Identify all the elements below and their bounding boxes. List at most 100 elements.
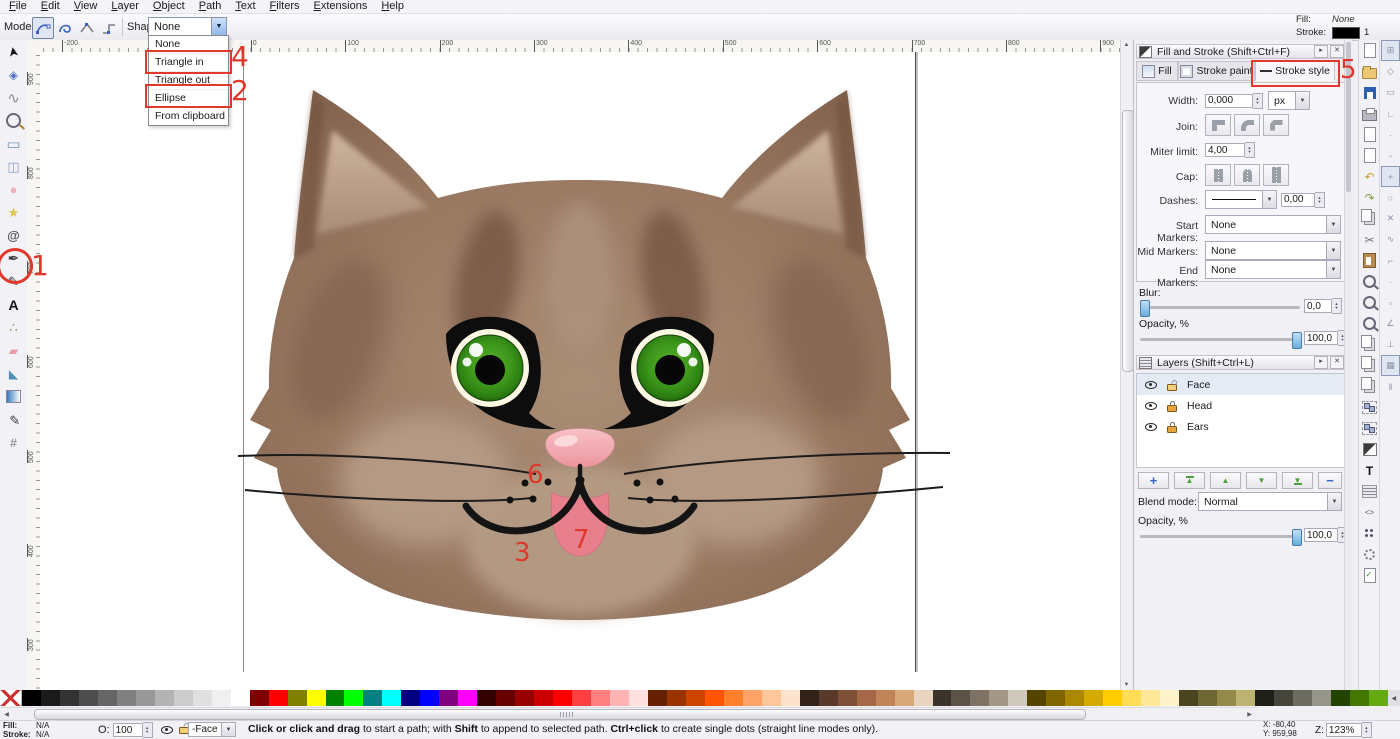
- import-button[interactable]: [1360, 124, 1379, 145]
- palette-swatch-56[interactable]: [1084, 690, 1103, 706]
- palette-swatch-64[interactable]: [1236, 690, 1255, 706]
- document-properties-button[interactable]: [1360, 565, 1379, 586]
- style-indicator[interactable]: Fill:N/A Stroke:N/A: [3, 722, 49, 739]
- dashes-dropdown-arrow-icon[interactable]: ▼: [1262, 191, 1276, 208]
- palette-swatch-62[interactable]: [1198, 690, 1217, 706]
- fs-opacity-input[interactable]: 100,0: [1304, 331, 1338, 345]
- scroll-down-icon[interactable]: ▼: [1121, 682, 1132, 688]
- cap-round-button[interactable]: [1234, 164, 1260, 186]
- mode-paraxial-button[interactable]: [98, 17, 120, 39]
- unlink-clone-button[interactable]: [1360, 376, 1379, 397]
- palette-swatch-18[interactable]: [363, 690, 382, 706]
- end-markers-dropdown[interactable]: None ▼: [1205, 260, 1341, 279]
- palette-swatch-23[interactable]: [458, 690, 477, 706]
- snap-bbox-midpoints-button[interactable]: ·: [1381, 124, 1400, 145]
- zoom-drawing-button[interactable]: [1360, 292, 1379, 313]
- palette-swatch-43[interactable]: [838, 690, 857, 706]
- snap-rotation-centers-button[interactable]: ∠: [1381, 313, 1400, 334]
- fill-stroke-dialog-button[interactable]: [1360, 439, 1379, 460]
- palette-swatch-13[interactable]: [269, 690, 288, 706]
- scroll-left-icon[interactable]: ◀: [1, 711, 12, 718]
- star-tool[interactable]: ★: [1, 201, 26, 224]
- menu-path[interactable]: Path: [192, 0, 229, 13]
- palette-swatch-52[interactable]: [1008, 690, 1027, 706]
- preferences-button[interactable]: [1360, 544, 1379, 565]
- palette-swatch-20[interactable]: [401, 690, 420, 706]
- menu-filters[interactable]: Filters: [263, 0, 307, 13]
- scroll-up-icon[interactable]: ▲: [1121, 42, 1132, 48]
- palette-swatch-2[interactable]: [60, 690, 79, 706]
- palette-swatch-59[interactable]: [1141, 690, 1160, 706]
- menu-edit[interactable]: Edit: [34, 0, 67, 13]
- text-dialog-button[interactable]: T: [1360, 460, 1379, 481]
- mid-markers-arrow-icon[interactable]: ▼: [1326, 242, 1340, 259]
- palette-swatch-50[interactable]: [970, 690, 989, 706]
- tweak-tool[interactable]: ∿: [1, 86, 26, 109]
- palette-swatch-25[interactable]: [496, 690, 515, 706]
- palette-swatch-36[interactable]: [705, 690, 724, 706]
- spiral-tool[interactable]: @: [1, 224, 26, 247]
- shape-dropdown[interactable]: None ▼: [148, 17, 227, 36]
- shape-dropdown-arrow-icon[interactable]: ▼: [211, 18, 226, 35]
- palette-swatch-12[interactable]: [250, 690, 269, 706]
- layer-visible-icon[interactable]: [1145, 402, 1157, 410]
- blur-slider-thumb[interactable]: [1140, 300, 1150, 317]
- undo-button[interactable]: ↶: [1360, 166, 1379, 187]
- palette-swatch-32[interactable]: [629, 690, 648, 706]
- palette-swatch-24[interactable]: [477, 690, 496, 706]
- paste-button[interactable]: [1360, 250, 1379, 271]
- start-markers-dropdown[interactable]: None ▼: [1205, 215, 1341, 234]
- canvas[interactable]: 6 3 7: [40, 52, 1120, 690]
- box-3d-tool[interactable]: ◫: [1, 155, 26, 178]
- blur-spin-arrows-icon[interactable]: ▲▼: [1332, 298, 1342, 314]
- snap-midpoints-button[interactable]: ∙: [1381, 271, 1400, 292]
- palette-scroll-left-icon[interactable]: ◀: [1388, 690, 1400, 706]
- dash-offset-spin-arrows-icon[interactable]: ▲▼: [1315, 192, 1325, 208]
- layer-row-ears[interactable]: Ears: [1137, 416, 1346, 437]
- palette-swatch-68[interactable]: [1312, 690, 1331, 706]
- palette-swatch-57[interactable]: [1103, 690, 1122, 706]
- snap-bbox-corners-button[interactable]: ∟: [1381, 103, 1400, 124]
- width-spin-arrows-icon[interactable]: ▲▼: [1253, 93, 1263, 109]
- vertical-ruler[interactable]: 900800700600500400300: [27, 52, 41, 690]
- group-button[interactable]: [1360, 397, 1379, 418]
- palette-swatch-66[interactable]: [1274, 690, 1293, 706]
- palette-swatch-7[interactable]: [155, 690, 174, 706]
- palette-swatch-1[interactable]: [41, 690, 60, 706]
- palette-swatch-63[interactable]: [1217, 690, 1236, 706]
- scroll-right-icon[interactable]: ▶: [1244, 711, 1255, 718]
- layer-dropdown-arrow-icon[interactable]: ▼: [221, 723, 235, 736]
- menu-text[interactable]: Text: [228, 0, 262, 13]
- snap-bbox-edges-button[interactable]: ▭: [1381, 82, 1400, 103]
- palette-swatch-42[interactable]: [819, 690, 838, 706]
- palette-swatch-40[interactable]: [781, 690, 800, 706]
- layers-panel-menu-icon[interactable]: ▸: [1314, 356, 1328, 369]
- layer-visible-icon[interactable]: [1145, 423, 1157, 431]
- palette-swatch-45[interactable]: [876, 690, 895, 706]
- snap-grid-button[interactable]: ▦: [1381, 355, 1400, 376]
- blur-slider[interactable]: [1140, 306, 1300, 309]
- layer-visible-icon[interactable]: [1145, 381, 1157, 389]
- selector-tool[interactable]: ➤: [1, 40, 26, 63]
- mid-markers-dropdown[interactable]: None ▼: [1205, 241, 1341, 260]
- end-markers-arrow-icon[interactable]: ▼: [1326, 261, 1340, 278]
- palette-swatch-65[interactable]: [1255, 690, 1274, 706]
- ellipse-tool[interactable]: ●: [1, 178, 26, 201]
- layers-panel-close-icon[interactable]: ✕: [1330, 356, 1344, 369]
- palette-swatch-47[interactable]: [914, 690, 933, 706]
- dashes-dropdown[interactable]: ▼: [1205, 190, 1277, 209]
- lower-layer-to-bottom-button[interactable]: ▼: [1282, 472, 1313, 489]
- palette-swatch-5[interactable]: [117, 690, 136, 706]
- zoom-input[interactable]: 123%: [1326, 723, 1362, 737]
- horizontal-scrollbar-thumb[interactable]: [34, 709, 1086, 720]
- palette-swatch-71[interactable]: [1369, 690, 1388, 706]
- create-clone-button[interactable]: [1360, 355, 1379, 376]
- palette-swatch-8[interactable]: [174, 690, 193, 706]
- cap-square-button[interactable]: [1263, 164, 1289, 186]
- gradient-tool[interactable]: [1, 385, 26, 408]
- xml-editor-button[interactable]: <>: [1360, 502, 1379, 523]
- fs-opacity-slider-thumb[interactable]: [1292, 332, 1302, 349]
- join-bevel-button[interactable]: [1263, 114, 1289, 136]
- palette-swatch-29[interactable]: [572, 690, 591, 706]
- menu-help[interactable]: Help: [374, 0, 411, 13]
